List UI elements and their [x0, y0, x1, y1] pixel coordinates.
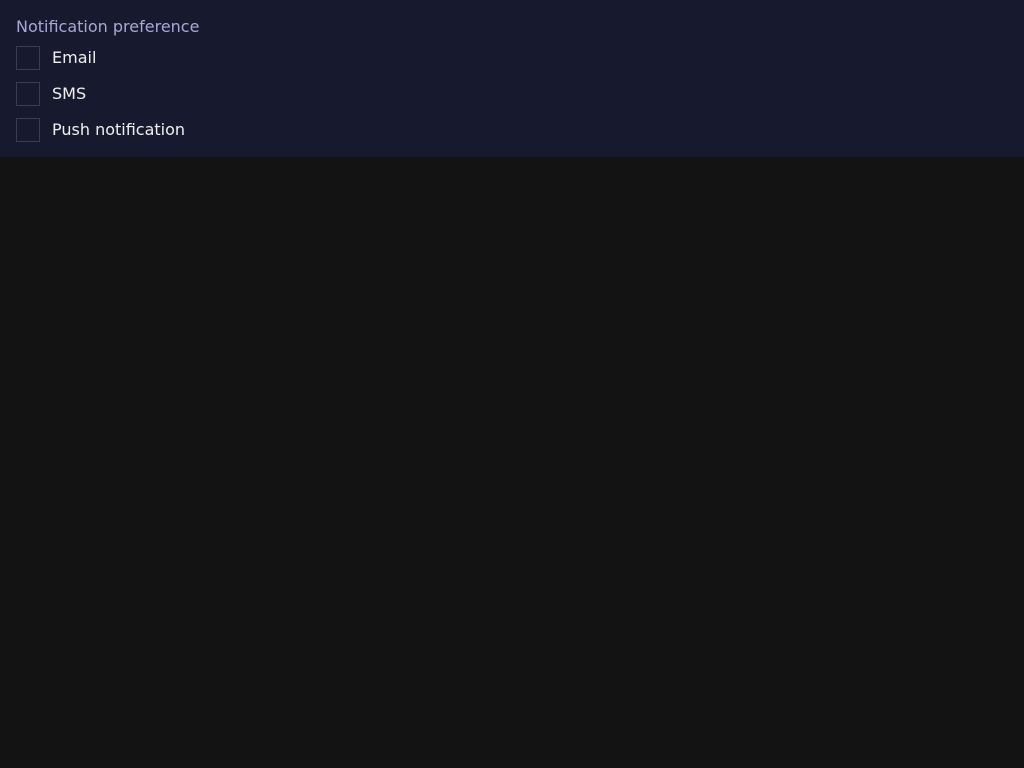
sms-checkbox[interactable]: [16, 82, 40, 106]
page-background: [0, 157, 1024, 768]
email-label[interactable]: Email: [52, 48, 96, 68]
push-notification-checkbox[interactable]: [16, 118, 40, 142]
option-email[interactable]: Email: [16, 46, 96, 70]
sms-label[interactable]: SMS: [52, 84, 86, 104]
notification-preference-panel: Notification preference Email SMS Push n…: [0, 0, 1024, 157]
email-checkbox[interactable]: [16, 46, 40, 70]
push-notification-label[interactable]: Push notification: [52, 120, 185, 140]
option-push-notification[interactable]: Push notification: [16, 118, 185, 142]
notification-preference-label: Notification preference: [16, 17, 200, 36]
option-sms[interactable]: SMS: [16, 82, 86, 106]
